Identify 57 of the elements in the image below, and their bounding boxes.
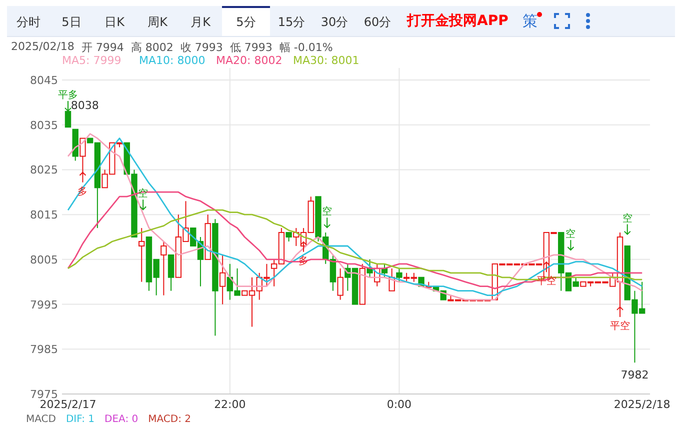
x-axis-label: 0:00 <box>386 398 412 411</box>
sell-signal: 空 <box>566 229 576 251</box>
more-icon[interactable] <box>585 12 592 30</box>
candlestick <box>168 254 174 292</box>
sell-signal: 空 <box>322 206 332 228</box>
candlestick <box>337 268 344 300</box>
price-label: 8038 <box>70 99 99 112</box>
annotation: 空 <box>566 228 576 240</box>
period-tab[interactable]: 日K <box>93 6 136 36</box>
period-tab[interactable]: 15分 <box>270 6 313 36</box>
quote-date: 2025/02/18 <box>11 40 74 54</box>
x-axis-label: 2025/2/18 <box>614 398 670 411</box>
candlestick <box>160 240 167 296</box>
x-axis-label: 2025/2/17 <box>40 398 96 411</box>
macd-legend-label: DIF: 1 <box>66 414 95 426</box>
annotation: 平空 <box>610 320 630 332</box>
y-axis-label: 8005 <box>30 253 58 266</box>
sell-signal: 空 <box>622 213 632 235</box>
candlestick <box>366 258 373 278</box>
candlestick <box>396 268 402 282</box>
annotation: 平多 <box>58 88 78 101</box>
period-tab[interactable]: 周K <box>136 6 179 36</box>
y-axis-label: 8025 <box>30 164 58 177</box>
price-label: 7982 <box>620 368 649 382</box>
quote-value: 幅 -0.01% <box>279 40 333 54</box>
quote-value: 低 7993 <box>230 40 272 54</box>
y-axis-label: 8045 <box>30 74 58 87</box>
quote-value: 收 7993 <box>180 40 223 54</box>
period-tab[interactable]: 60分 <box>356 6 399 36</box>
macd-legend-label: MACD <box>26 414 56 426</box>
ma-legend-label: MA20: 8002 <box>216 54 284 68</box>
annotation: 空 <box>622 212 632 224</box>
period-tab[interactable]: 分时 <box>7 6 50 36</box>
candlestick <box>219 254 226 305</box>
y-axis-label: 8035 <box>30 118 58 132</box>
candlestick <box>138 228 145 282</box>
period-tab[interactable]: 30分 <box>313 6 356 36</box>
buy-signal: 平空 <box>610 306 630 332</box>
quote-value: 开 7994 <box>81 40 124 54</box>
ma-legend-label: MA5: 7999 <box>62 54 122 68</box>
period-tab[interactable]: 月K <box>179 6 222 36</box>
ma-legend-label: MA30: 8001 <box>293 54 360 68</box>
y-axis-label: 8015 <box>30 208 58 222</box>
y-axis-label: 7975 <box>30 388 58 401</box>
ma-legend-label: MA10: 8000 <box>139 54 206 68</box>
open-app-link[interactable]: 打开金投网APP <box>407 12 508 30</box>
macd-legend-label: DEA: 0 <box>104 414 138 426</box>
macd-legend-label: MACD: 2 <box>148 414 192 426</box>
fullscreen-icon[interactable] <box>553 12 572 30</box>
period-tab[interactable]: 5分 <box>222 6 270 36</box>
strategy-button[interactable]: 策 <box>520 12 540 30</box>
y-axis-label: 7985 <box>30 343 58 356</box>
y-axis-label: 7995 <box>30 298 58 312</box>
quote-value: 高 8002 <box>130 40 174 54</box>
period-tab[interactable]: 5日 <box>50 6 93 36</box>
annotation: 空 <box>322 206 332 218</box>
x-axis-label: 22:00 <box>214 398 246 411</box>
